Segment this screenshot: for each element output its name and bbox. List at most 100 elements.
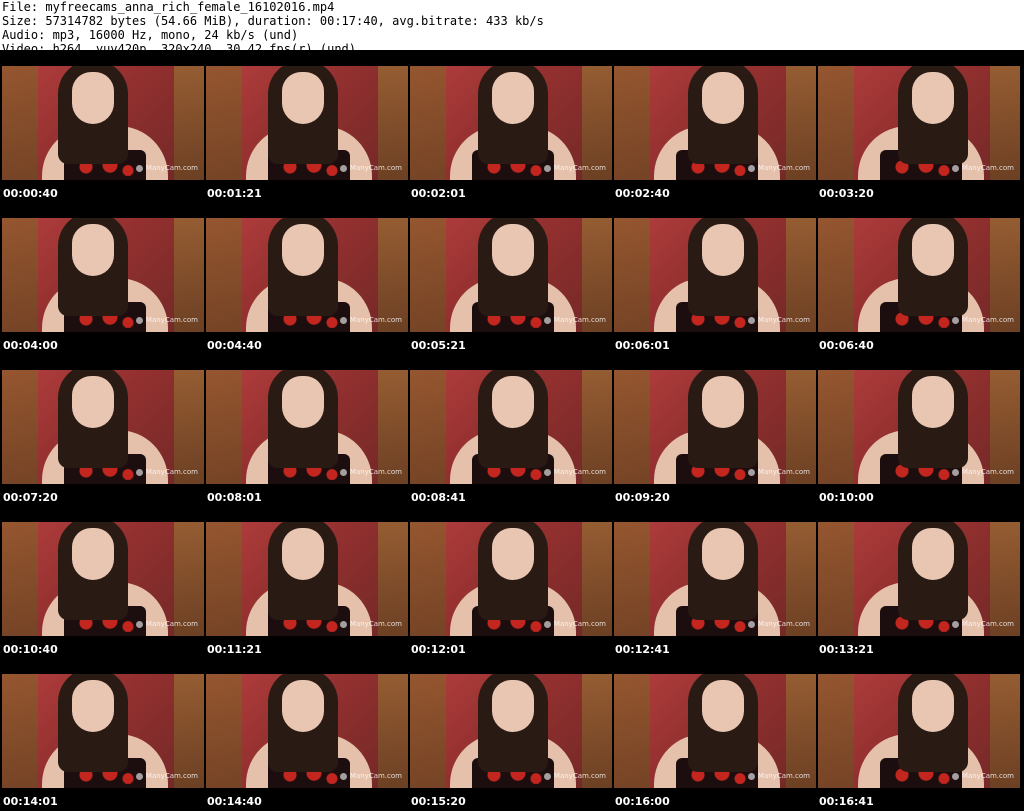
video-frame-thumbnail[interactable]: ManyCam.com [614,522,816,636]
watermark-label: ManyCam.com [339,316,402,324]
video-frame-thumbnail[interactable]: ManyCam.com [614,66,816,180]
video-frame-thumbnail[interactable]: ManyCam.com [410,218,612,332]
watermark-text: ManyCam.com [961,620,1014,628]
video-frame-thumbnail[interactable]: ManyCam.com [2,522,204,636]
video-frame-thumbnail[interactable]: ManyCam.com [410,370,612,484]
frame-timestamp: 00:13:21 [819,643,874,656]
video-frame-thumbnail[interactable]: ManyCam.com [818,674,1020,788]
watermark-label: ManyCam.com [747,620,810,628]
thumbnail-cell: ManyCam.com 00:12:01 [408,506,612,658]
webcam-logo-icon [951,164,959,172]
watermark-text: ManyCam.com [349,468,402,476]
video-frame-thumbnail[interactable]: ManyCam.com [206,370,408,484]
file-info-header: File: myfreecams_anna_rich_female_161020… [0,0,1024,56]
webcam-logo-icon [135,772,143,780]
watermark-text: ManyCam.com [349,164,402,172]
thumbnail-row: ManyCam.com 00:14:01 ManyCam.com 00:14:40 Ma… [0,658,1024,810]
watermark-text: ManyCam.com [961,164,1014,172]
webcam-logo-icon [747,468,755,476]
frame-timestamp: 00:08:01 [207,491,262,504]
watermark-text: ManyCam.com [145,620,198,628]
watermark-text: ManyCam.com [349,316,402,324]
thumbnail-cell: ManyCam.com 00:09:20 [612,354,816,506]
frame-timestamp: 00:12:41 [615,643,670,656]
video-frame-thumbnail[interactable]: ManyCam.com [818,370,1020,484]
watermark-label: ManyCam.com [543,620,606,628]
frame-timestamp: 00:08:41 [411,491,466,504]
frame-timestamp: 00:12:01 [411,643,466,656]
frame-timestamp: 00:06:40 [819,339,874,352]
frame-timestamp: 00:07:20 [3,491,58,504]
watermark-text: ManyCam.com [349,772,402,780]
thumbnail-cell: ManyCam.com 00:10:40 [0,506,204,658]
thumbnail-row: ManyCam.com 00:04:00 ManyCam.com 00:04:40 Ma… [0,202,1024,354]
video-frame-thumbnail[interactable]: ManyCam.com [614,218,816,332]
thumbnail-cell: ManyCam.com 00:08:01 [204,354,408,506]
thumbnail-cell: ManyCam.com 00:13:21 [816,506,1020,658]
thumbnail-cell: ManyCam.com 00:10:00 [816,354,1020,506]
watermark-text: ManyCam.com [961,316,1014,324]
video-frame-thumbnail[interactable]: ManyCam.com [206,674,408,788]
video-frame-thumbnail[interactable]: ManyCam.com [206,218,408,332]
thumbnail-cell: ManyCam.com 00:16:41 [816,658,1020,810]
video-frame-thumbnail[interactable]: ManyCam.com [2,674,204,788]
watermark-label: ManyCam.com [543,468,606,476]
frame-timestamp: 00:04:00 [3,339,58,352]
watermark-text: ManyCam.com [145,316,198,324]
watermark-label: ManyCam.com [339,164,402,172]
file-name-line: File: myfreecams_anna_rich_female_161020… [2,0,335,14]
watermark-label: ManyCam.com [339,468,402,476]
video-frame-thumbnail[interactable]: ManyCam.com [818,218,1020,332]
watermark-text: ManyCam.com [961,772,1014,780]
video-frame-thumbnail[interactable]: ManyCam.com [2,370,204,484]
watermark-label: ManyCam.com [747,468,810,476]
watermark-label: ManyCam.com [135,164,198,172]
video-frame-thumbnail[interactable]: ManyCam.com [206,522,408,636]
watermark-text: ManyCam.com [553,772,606,780]
webcam-logo-icon [747,772,755,780]
watermark-label: ManyCam.com [951,164,1014,172]
video-frame-thumbnail[interactable]: ManyCam.com [410,674,612,788]
video-frame-thumbnail[interactable]: ManyCam.com [410,66,612,180]
watermark-text: ManyCam.com [553,164,606,172]
video-frame-thumbnail[interactable]: ManyCam.com [818,522,1020,636]
video-frame-thumbnail[interactable]: ManyCam.com [2,66,204,180]
thumbnail-cell: ManyCam.com 00:11:21 [204,506,408,658]
watermark-label: ManyCam.com [135,772,198,780]
file-size-line: Size: 57314782 bytes (54.66 MiB), durati… [2,14,544,28]
webcam-logo-icon [747,316,755,324]
frame-timestamp: 00:14:40 [207,795,262,808]
webcam-logo-icon [135,468,143,476]
watermark-text: ManyCam.com [145,164,198,172]
watermark-label: ManyCam.com [135,316,198,324]
thumbnail-cell: ManyCam.com 00:08:41 [408,354,612,506]
webcam-logo-icon [543,316,551,324]
thumbnail-cell: ManyCam.com 00:00:40 [0,50,204,202]
frame-timestamp: 00:16:41 [819,795,874,808]
frame-timestamp: 00:01:21 [207,187,262,200]
webcam-logo-icon [135,316,143,324]
thumbnail-cell: ManyCam.com 00:05:21 [408,202,612,354]
watermark-label: ManyCam.com [951,772,1014,780]
thumbnail-cell: ManyCam.com 00:14:01 [0,658,204,810]
frame-timestamp: 00:10:00 [819,491,874,504]
frame-timestamp: 00:09:20 [615,491,670,504]
video-frame-thumbnail[interactable]: ManyCam.com [206,66,408,180]
frame-timestamp: 00:11:21 [207,643,262,656]
thumbnail-cell: ManyCam.com 00:14:40 [204,658,408,810]
watermark-text: ManyCam.com [553,316,606,324]
video-frame-thumbnail[interactable]: ManyCam.com [614,674,816,788]
watermark-text: ManyCam.com [553,468,606,476]
watermark-label: ManyCam.com [135,468,198,476]
thumbnail-grid: ManyCam.com 00:00:40 ManyCam.com 00:01:21 Ma… [0,50,1024,811]
webcam-logo-icon [951,468,959,476]
thumbnail-cell: ManyCam.com 00:04:00 [0,202,204,354]
video-frame-thumbnail[interactable]: ManyCam.com [614,370,816,484]
audio-info-line: Audio: mp3, 16000 Hz, mono, 24 kb/s (und… [2,28,299,42]
thumbnail-cell: ManyCam.com 00:02:40 [612,50,816,202]
video-frame-thumbnail[interactable]: ManyCam.com [2,218,204,332]
video-frame-thumbnail[interactable]: ManyCam.com [818,66,1020,180]
frame-timestamp: 00:02:01 [411,187,466,200]
video-frame-thumbnail[interactable]: ManyCam.com [410,522,612,636]
webcam-logo-icon [339,316,347,324]
